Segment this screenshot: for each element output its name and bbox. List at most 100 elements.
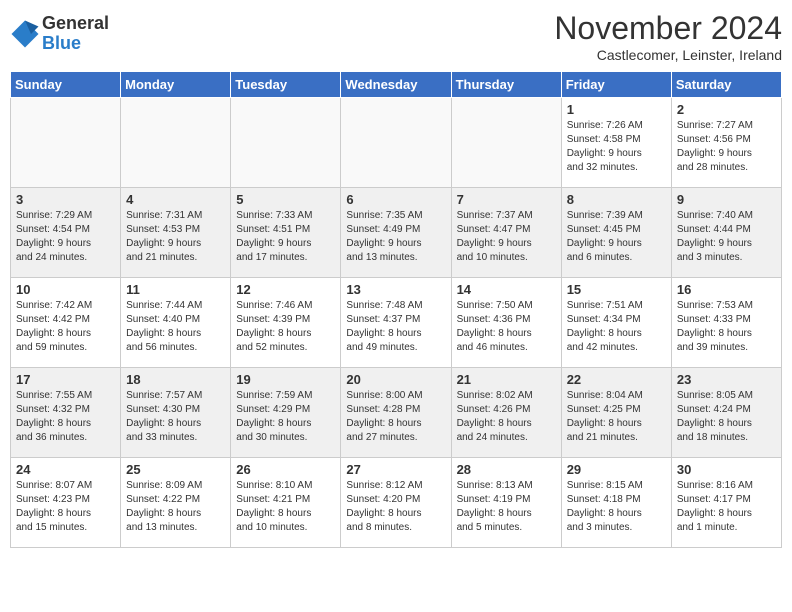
day-number: 29 [567, 462, 666, 477]
calendar-header-thursday: Thursday [451, 72, 561, 98]
calendar-week-row: 3Sunrise: 7:29 AM Sunset: 4:54 PM Daylig… [11, 188, 782, 278]
day-info: Sunrise: 7:55 AM Sunset: 4:32 PM Dayligh… [16, 389, 115, 445]
day-number: 12 [236, 282, 335, 297]
logo-icon [10, 19, 40, 49]
calendar-day-cell: 6 Sunrise: 7:35 AM Sunset: 4:49 PM Daylig… [341, 188, 451, 278]
calendar-header-tuesday: Tuesday [231, 72, 341, 98]
calendar-day-cell: 2Sunrise: 7:27 AM Sunset: 4:56 PM Daylig… [671, 98, 781, 188]
day-number: 25 [126, 462, 225, 477]
calendar-table: SundayMondayTuesdayWednesdayThursdayFrid… [10, 71, 782, 548]
calendar-day-cell [341, 98, 451, 188]
month-title: November 2024 [554, 10, 782, 47]
calendar-day-cell: 13Sunrise: 7:48 AM Sunset: 4:37 PM Dayli… [341, 278, 451, 368]
calendar-day-cell: 15 Sunrise: 7:51 AM Sunset: 4:34 PM Dayli… [561, 278, 671, 368]
day-info: Sunrise: 8:12 AM Sunset: 4:20 PM Dayligh… [346, 479, 445, 535]
day-info: Sunrise: 8:05 AM Sunset: 4:24 PM Dayligh… [677, 389, 776, 445]
calendar-day-cell: 21 Sunrise: 8:02 AM Sunset: 4:26 PM Dayli… [451, 368, 561, 458]
calendar-day-cell: 9 Sunrise: 7:40 AM Sunset: 4:44 PM Daylig… [671, 188, 781, 278]
calendar-header-friday: Friday [561, 72, 671, 98]
calendar-day-cell: 19Sunrise: 7:59 AM Sunset: 4:29 PM Dayli… [231, 368, 341, 458]
day-info: Sunrise: 8:16 AM Sunset: 4:17 PM Dayligh… [677, 479, 776, 535]
calendar-week-row: 24Sunrise: 8:07 AM Sunset: 4:23 PM Dayli… [11, 458, 782, 548]
day-number: 15 [567, 282, 666, 297]
calendar-day-cell: 4 Sunrise: 7:31 AM Sunset: 4:53 PM Daylig… [121, 188, 231, 278]
day-info: Sunrise: 7:51 AM Sunset: 4:34 PM Dayligh… [567, 299, 666, 355]
day-number: 20 [346, 372, 445, 387]
calendar-day-cell: 30 Sunrise: 8:16 AM Sunset: 4:17 PM Dayli… [671, 458, 781, 548]
day-info: Sunrise: 7:57 AM Sunset: 4:30 PM Dayligh… [126, 389, 225, 445]
calendar-day-cell: 14 Sunrise: 7:50 AM Sunset: 4:36 PM Dayli… [451, 278, 561, 368]
calendar-week-row: 17 Sunrise: 7:55 AM Sunset: 4:32 PM Dayli… [11, 368, 782, 458]
day-info: Sunrise: 7:37 AM Sunset: 4:47 PM Dayligh… [457, 209, 556, 265]
day-number: 11 [126, 282, 225, 297]
day-number: 19 [236, 372, 335, 387]
calendar-day-cell: 1 Sunrise: 7:26 AM Sunset: 4:58 PM Daylig… [561, 98, 671, 188]
day-number: 13 [346, 282, 445, 297]
day-number: 4 [126, 192, 225, 207]
calendar-day-cell: 27 Sunrise: 8:12 AM Sunset: 4:20 PM Dayli… [341, 458, 451, 548]
day-info: Sunrise: 8:15 AM Sunset: 4:18 PM Dayligh… [567, 479, 666, 535]
calendar-day-cell [121, 98, 231, 188]
day-number: 30 [677, 462, 776, 477]
day-number: 14 [457, 282, 556, 297]
day-number: 1 [567, 102, 666, 117]
calendar-day-cell [231, 98, 341, 188]
calendar-day-cell: 28 Sunrise: 8:13 AM Sunset: 4:19 PM Dayli… [451, 458, 561, 548]
day-info: Sunrise: 8:13 AM Sunset: 4:19 PM Dayligh… [457, 479, 556, 535]
day-number: 8 [567, 192, 666, 207]
day-info: Sunrise: 7:42 AM Sunset: 4:42 PM Dayligh… [16, 299, 115, 355]
logo-general-text: General [42, 14, 109, 34]
calendar-day-cell: 12 Sunrise: 7:46 AM Sunset: 4:39 PM Dayli… [231, 278, 341, 368]
day-info: Sunrise: 7:40 AM Sunset: 4:44 PM Dayligh… [677, 209, 776, 265]
day-number: 23 [677, 372, 776, 387]
day-info: Sunrise: 7:53 AM Sunset: 4:33 PM Dayligh… [677, 299, 776, 355]
day-number: 27 [346, 462, 445, 477]
calendar-day-cell: 20Sunrise: 8:00 AM Sunset: 4:28 PM Dayli… [341, 368, 451, 458]
day-info: Sunrise: 8:02 AM Sunset: 4:26 PM Dayligh… [457, 389, 556, 445]
calendar-day-cell: 22Sunrise: 8:04 AM Sunset: 4:25 PM Dayli… [561, 368, 671, 458]
calendar-day-cell: 18 Sunrise: 7:57 AM Sunset: 4:30 PM Dayli… [121, 368, 231, 458]
calendar-day-cell [451, 98, 561, 188]
calendar-week-row: 10 Sunrise: 7:42 AM Sunset: 4:42 PM Dayli… [11, 278, 782, 368]
day-info: Sunrise: 7:26 AM Sunset: 4:58 PM Dayligh… [567, 119, 666, 175]
calendar-header-wednesday: Wednesday [341, 72, 451, 98]
day-number: 17 [16, 372, 115, 387]
day-number: 10 [16, 282, 115, 297]
day-info: Sunrise: 7:44 AM Sunset: 4:40 PM Dayligh… [126, 299, 225, 355]
calendar-day-cell: 7 Sunrise: 7:37 AM Sunset: 4:47 PM Daylig… [451, 188, 561, 278]
day-number: 5 [236, 192, 335, 207]
day-number: 9 [677, 192, 776, 207]
day-info: Sunrise: 8:09 AM Sunset: 4:22 PM Dayligh… [126, 479, 225, 535]
calendar-day-cell: 10 Sunrise: 7:42 AM Sunset: 4:42 PM Dayli… [11, 278, 121, 368]
day-number: 18 [126, 372, 225, 387]
day-info: Sunrise: 7:35 AM Sunset: 4:49 PM Dayligh… [346, 209, 445, 265]
day-info: Sunrise: 7:46 AM Sunset: 4:39 PM Dayligh… [236, 299, 335, 355]
day-info: Sunrise: 7:33 AM Sunset: 4:51 PM Dayligh… [236, 209, 335, 265]
calendar-header-monday: Monday [121, 72, 231, 98]
calendar-day-cell: 11 Sunrise: 7:44 AM Sunset: 4:40 PM Dayli… [121, 278, 231, 368]
day-info: Sunrise: 8:10 AM Sunset: 4:21 PM Dayligh… [236, 479, 335, 535]
day-number: 3 [16, 192, 115, 207]
day-number: 7 [457, 192, 556, 207]
calendar-day-cell [11, 98, 121, 188]
day-number: 6 [346, 192, 445, 207]
day-number: 16 [677, 282, 776, 297]
calendar-day-cell: 29 Sunrise: 8:15 AM Sunset: 4:18 PM Dayli… [561, 458, 671, 548]
calendar-day-cell: 26Sunrise: 8:10 AM Sunset: 4:21 PM Dayli… [231, 458, 341, 548]
calendar-day-cell: 5 Sunrise: 7:33 AM Sunset: 4:51 PM Daylig… [231, 188, 341, 278]
day-info: Sunrise: 7:39 AM Sunset: 4:45 PM Dayligh… [567, 209, 666, 265]
calendar-day-cell: 16 Sunrise: 7:53 AM Sunset: 4:33 PM Dayli… [671, 278, 781, 368]
day-number: 21 [457, 372, 556, 387]
day-number: 2 [677, 102, 776, 117]
logo-text: General Blue [42, 14, 109, 54]
calendar-day-cell: 8 Sunrise: 7:39 AM Sunset: 4:45 PM Daylig… [561, 188, 671, 278]
header: General Blue November 2024 Castlecomer, … [10, 10, 782, 63]
location-subtitle: Castlecomer, Leinster, Ireland [554, 47, 782, 63]
calendar-day-cell: 3Sunrise: 7:29 AM Sunset: 4:54 PM Daylig… [11, 188, 121, 278]
calendar-header-sunday: Sunday [11, 72, 121, 98]
day-info: Sunrise: 7:50 AM Sunset: 4:36 PM Dayligh… [457, 299, 556, 355]
day-info: Sunrise: 7:31 AM Sunset: 4:53 PM Dayligh… [126, 209, 225, 265]
day-number: 24 [16, 462, 115, 477]
day-number: 28 [457, 462, 556, 477]
calendar-day-cell: 23 Sunrise: 8:05 AM Sunset: 4:24 PM Dayli… [671, 368, 781, 458]
